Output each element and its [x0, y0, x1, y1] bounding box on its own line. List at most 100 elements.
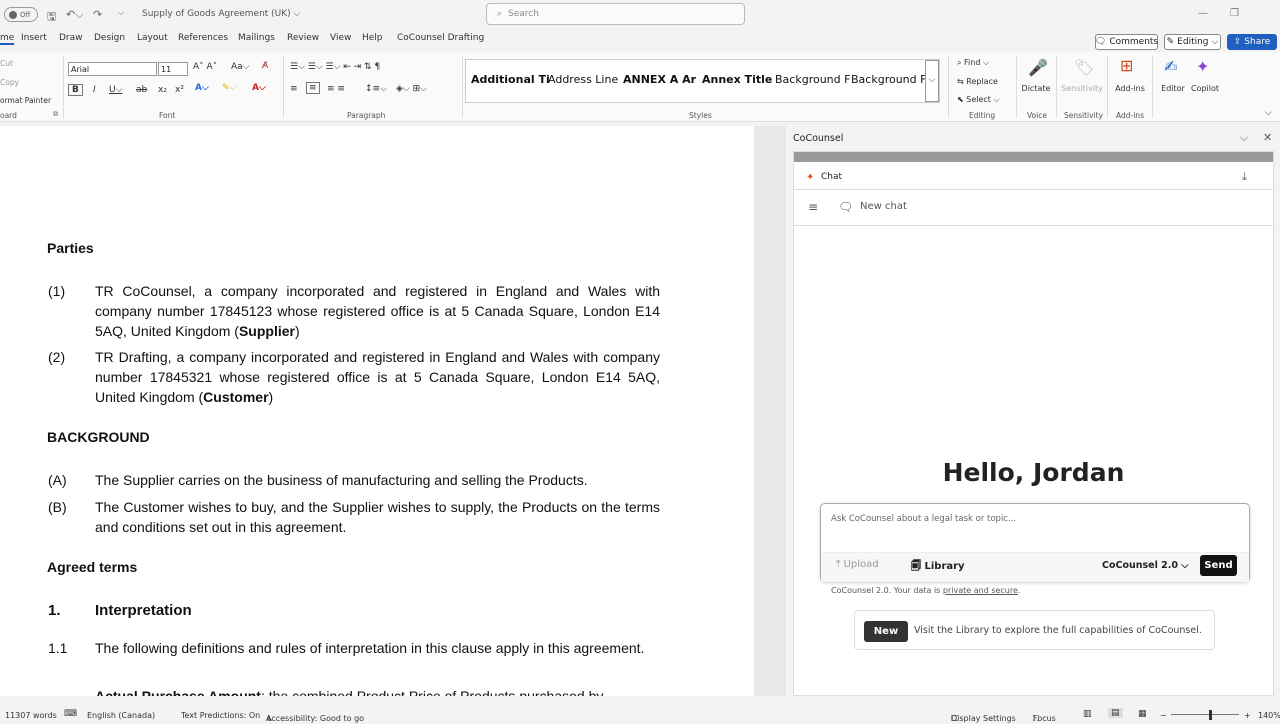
tab-help[interactable]: Help: [362, 33, 383, 43]
font-name-select[interactable]: Arial: [68, 62, 157, 76]
tab-home[interactable]: me: [0, 33, 15, 45]
bold-button[interactable]: B: [68, 84, 83, 96]
redo-icon[interactable]: ↷: [93, 8, 102, 21]
clear-formatting-icon[interactable]: A̸: [262, 61, 268, 71]
style-annex-title[interactable]: Annex Title: [702, 73, 772, 86]
copy-button[interactable]: Copy: [0, 78, 19, 87]
restore-icon[interactable]: ❐: [1230, 8, 1239, 19]
line-spacing-icon[interactable]: ↕≡⌵: [365, 84, 387, 94]
italic-button[interactable]: I: [93, 85, 96, 95]
dialog-launcher-icon[interactable]: ⧉: [53, 110, 58, 119]
agreed-terms-heading: Agreed terms: [47, 559, 138, 575]
autosave-toggle[interactable]: Off: [4, 7, 38, 22]
tab-layout[interactable]: Layout: [137, 33, 168, 43]
new-chat-icon[interactable]: 🗨: [838, 200, 853, 214]
party-2-text-a: TR Drafting, a company incorporated and …: [95, 349, 660, 405]
document-page[interactable]: Parties (1) TR CoCounsel, a company inco…: [0, 126, 754, 696]
subscript-button[interactable]: x₂: [158, 85, 167, 95]
style-address-line[interactable]: Address Line: [548, 73, 618, 86]
collapse-ribbon-icon[interactable]: ⌵: [1265, 108, 1272, 118]
add-ins-button[interactable]: Add-ins: [1112, 84, 1148, 93]
editor-button[interactable]: Editor: [1157, 84, 1189, 93]
comments-label: Comments: [1109, 37, 1159, 47]
print-layout-icon[interactable]: ▤: [1108, 708, 1123, 718]
grow-font-icon[interactable]: A˄ A˅: [193, 62, 217, 72]
tab-mailings[interactable]: Mailings: [238, 33, 275, 43]
dock-icon[interactable]: ⤓: [1242, 170, 1247, 184]
model-selector[interactable]: CoCounsel 2.0 ⌵: [1102, 560, 1189, 571]
new-chat-button[interactable]: New chat: [860, 201, 907, 212]
sensitivity-icon: 🏷: [1074, 58, 1095, 77]
tab-review[interactable]: Review: [287, 33, 319, 43]
sensitivity-group-label: Sensitivity: [1064, 111, 1104, 120]
zoom-slider-handle[interactable]: [1209, 710, 1212, 720]
style-background-1[interactable]: Background F: [775, 73, 850, 86]
share-button[interactable]: ⇪ Share: [1227, 34, 1277, 50]
editor-icon[interactable]: ✍: [1164, 57, 1177, 76]
close-icon[interactable]: ✕: [1263, 131, 1272, 144]
style-annex-a[interactable]: ANNEX A Ar: [623, 73, 696, 86]
comments-button[interactable]: 🗨 Comments: [1095, 34, 1158, 50]
search-box[interactable]: ⌕ Search: [486, 3, 745, 25]
bullets-icon[interactable]: ☰⌵ ☰⌵ ☰⌵ ⇤ ⇥ ⇅ ¶: [290, 62, 380, 72]
replace-button[interactable]: ⇆ Replace: [957, 77, 998, 86]
text-effects-icon[interactable]: A⌵: [195, 83, 209, 93]
word-count[interactable]: 11307 words: [5, 711, 57, 720]
web-layout-icon[interactable]: ▦: [1138, 709, 1147, 719]
party-1-defined-term: Supplier: [238, 323, 295, 339]
proofing-icon[interactable]: ⌨: [64, 709, 77, 719]
read-mode-icon[interactable]: ▥: [1083, 709, 1092, 719]
shading-icon[interactable]: ◈⌵ ⊞⌵: [396, 84, 427, 94]
chevron-down-icon[interactable]: ⌵: [1240, 131, 1248, 145]
chat-input-box[interactable]: Ask CoCounsel about a legal task or topi…: [820, 503, 1250, 582]
superscript-button[interactable]: x²: [175, 85, 184, 95]
style-additional-title[interactable]: Additional Ti: [471, 73, 550, 86]
panel-header-band: [794, 152, 1273, 162]
font-color-icon[interactable]: A⌵: [252, 83, 266, 93]
highlight-icon[interactable]: ✎⌵: [222, 83, 236, 93]
send-button[interactable]: Send: [1200, 555, 1237, 576]
customize-icon[interactable]: ⌵: [118, 8, 124, 18]
dictate-button[interactable]: Dictate: [1020, 84, 1052, 93]
add-ins-icon[interactable]: ⊞: [1120, 56, 1133, 75]
upload-button[interactable]: ⤒ Upload: [836, 559, 879, 570]
tab-cocounsel-drafting[interactable]: CoCounsel Drafting: [397, 33, 484, 43]
copilot-icon[interactable]: ✦: [1196, 57, 1209, 76]
change-case-icon[interactable]: Aa⌵: [231, 62, 250, 72]
strikethrough-button[interactable]: ab: [136, 85, 147, 95]
text-predictions-status[interactable]: Text Predictions: On: [181, 711, 260, 720]
zoom-level[interactable]: 140%: [1258, 711, 1280, 720]
divider: [794, 189, 1273, 190]
align-right-icon[interactable]: ≡ ≡: [327, 84, 345, 94]
tab-draw[interactable]: Draw: [59, 33, 83, 43]
tab-insert[interactable]: Insert: [21, 33, 47, 43]
privacy-link[interactable]: private and secure: [943, 586, 1018, 595]
tab-references[interactable]: References: [178, 33, 228, 43]
tab-design[interactable]: Design: [94, 33, 125, 43]
save-icon[interactable]: 🖫: [47, 8, 56, 27]
align-center-icon[interactable]: ≡: [306, 82, 320, 94]
minimize-icon[interactable]: —: [1198, 8, 1208, 19]
align-left-icon[interactable]: ≡: [290, 84, 298, 94]
document-title[interactable]: Supply of Goods Agreement (UK) ⌵: [142, 9, 300, 19]
tab-view[interactable]: View: [330, 33, 351, 43]
library-button[interactable]: 🗐 Library: [911, 559, 965, 576]
underline-button[interactable]: U⌵: [109, 85, 122, 95]
format-painter-button[interactable]: ormat Painter: [0, 96, 51, 105]
font-size-select[interactable]: 11: [158, 62, 188, 76]
library-promo[interactable]: New Visit the Library to explore the ful…: [854, 610, 1215, 650]
zoom-in-icon[interactable]: +: [1244, 711, 1251, 720]
undo-icon[interactable]: ↶⌵: [66, 8, 84, 22]
styles-more-icon[interactable]: ⌵: [925, 60, 939, 102]
menu-icon[interactable]: ≡: [808, 200, 818, 214]
copilot-button[interactable]: Copilot: [1188, 84, 1222, 93]
editing-mode-button[interactable]: ✎ Editing ⌵: [1164, 34, 1221, 50]
zoom-out-icon[interactable]: −: [1160, 711, 1167, 720]
cut-button[interactable]: Cut: [0, 59, 13, 68]
style-background-2[interactable]: Background F: [851, 73, 926, 86]
microphone-icon[interactable]: 🎤: [1028, 58, 1048, 77]
select-button[interactable]: ⬉ Select ⌵: [957, 95, 1000, 105]
chat-input-placeholder[interactable]: Ask CoCounsel about a legal task or topi…: [831, 514, 1016, 524]
find-button[interactable]: ⌕ Find ⌵: [957, 58, 989, 68]
language-status[interactable]: English (Canada): [87, 711, 155, 720]
